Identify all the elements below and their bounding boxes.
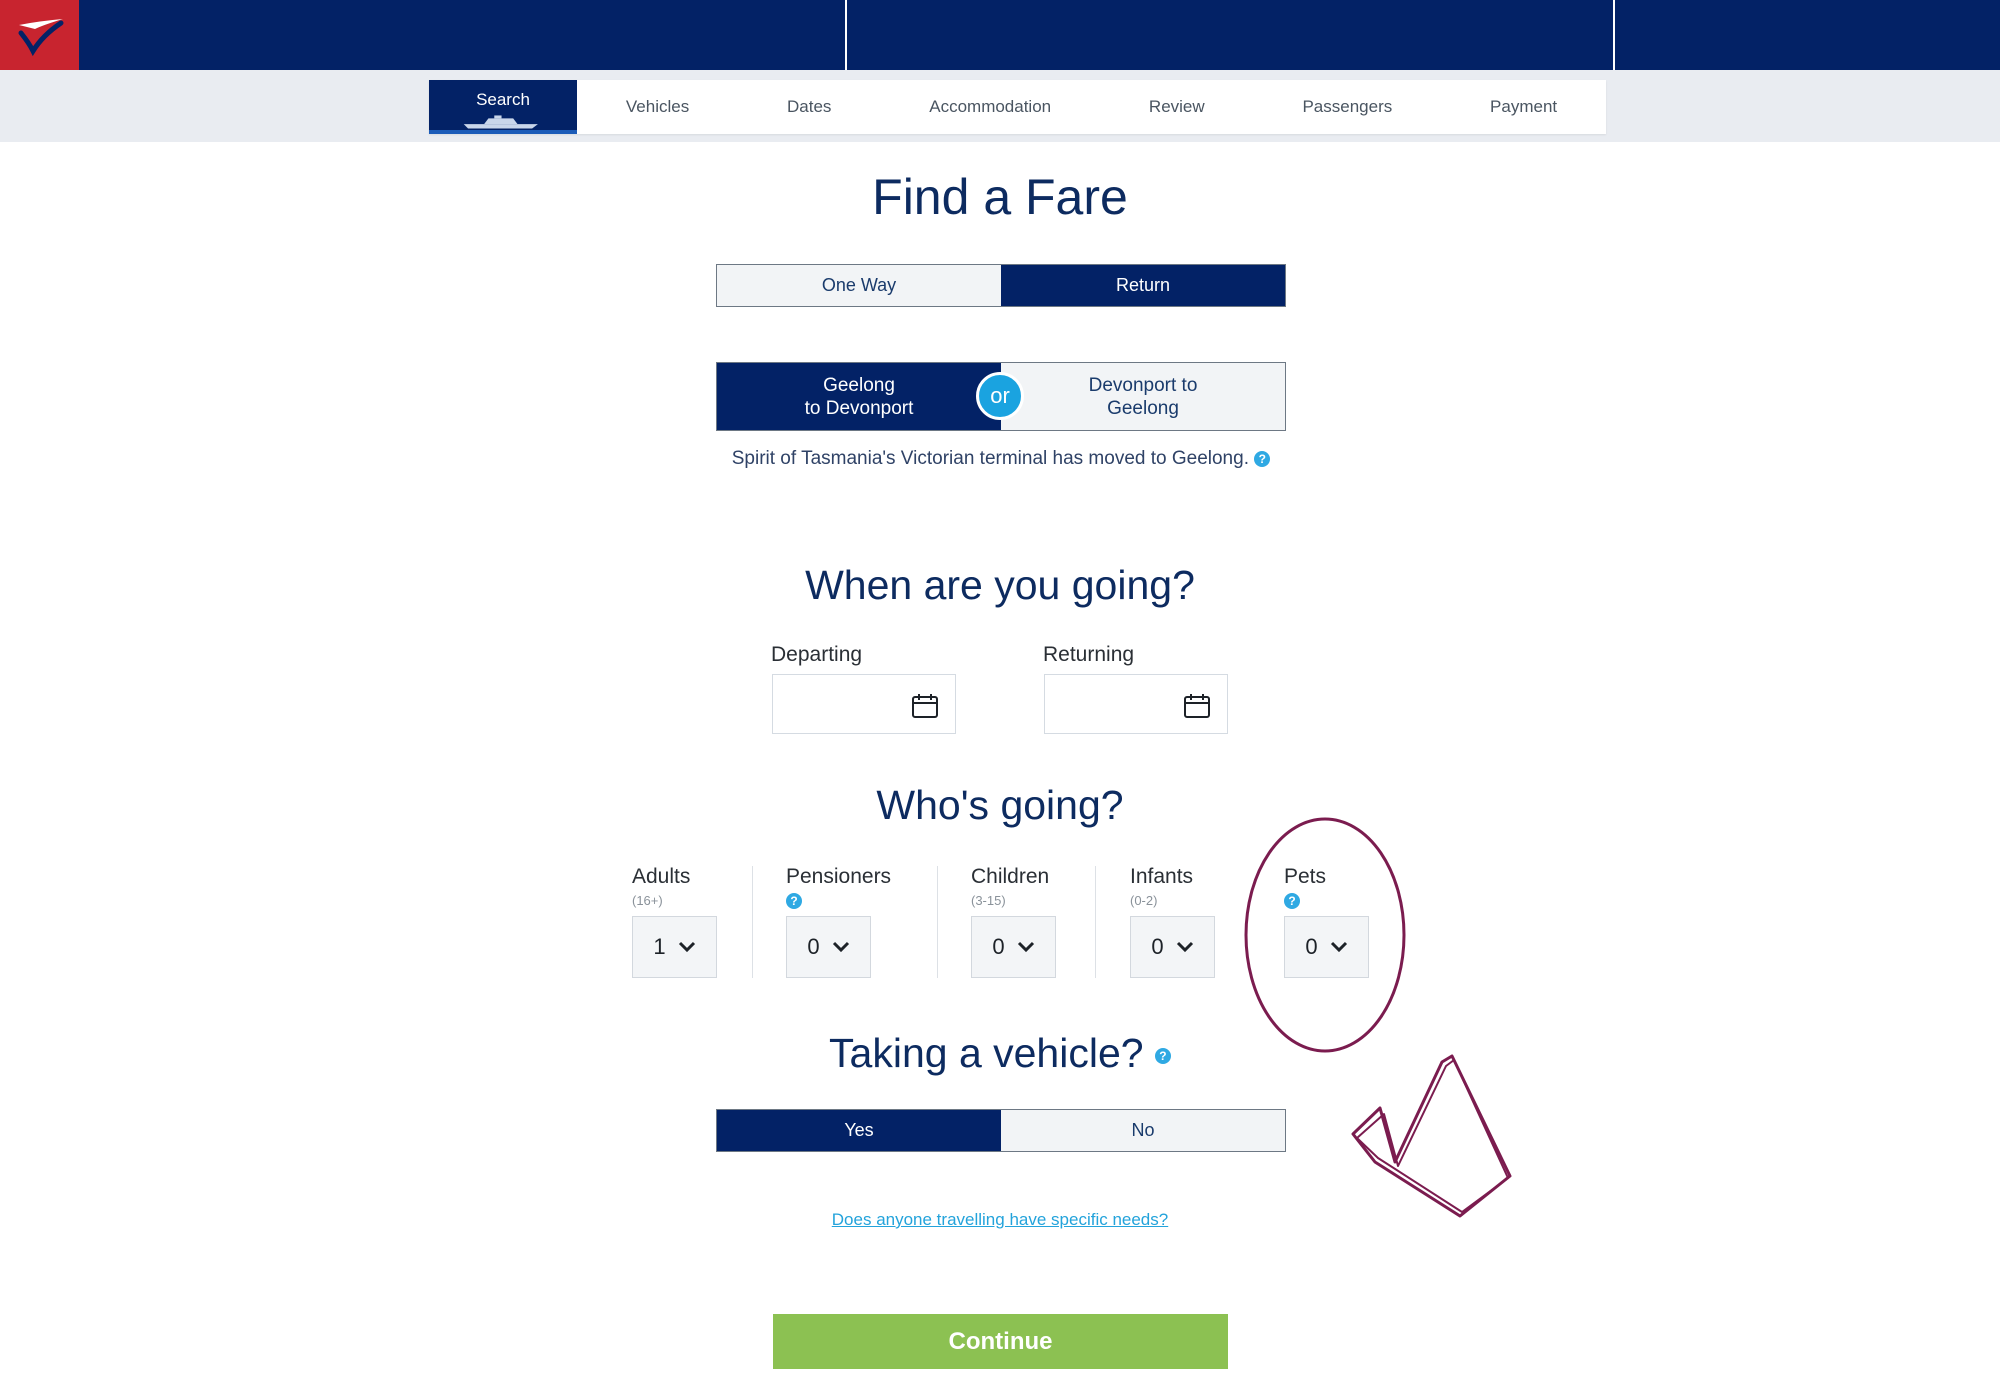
terminal-note: Spirit of Tasmania's Victorian terminal … (716, 446, 1286, 471)
infants-label: Infants (1130, 865, 1194, 888)
departing-date-input[interactable] (772, 674, 956, 734)
returning-label: Returning (1043, 643, 1135, 666)
calendar-icon[interactable] (1183, 693, 1211, 719)
children-age-range: (3-15) (971, 893, 1006, 908)
pets-select[interactable]: 0 (1284, 916, 1369, 978)
infants-value: 0 (1151, 934, 1164, 959)
help-icon[interactable]: ? (1284, 893, 1300, 909)
chevron-down-icon (1017, 941, 1034, 953)
step-dates[interactable]: Dates (738, 80, 880, 134)
help-icon[interactable]: ? (1254, 450, 1271, 467)
logo-icon[interactable] (0, 0, 79, 71)
route-option-line: Devonport to (1088, 374, 1198, 396)
infants-select[interactable]: 0 (1130, 916, 1215, 978)
pets-value: 0 (1305, 934, 1318, 959)
top-bar-divider (1613, 0, 1615, 70)
vehicle-toggle: Yes No (716, 1109, 1286, 1152)
pets-label: Pets (1284, 865, 1327, 888)
page-title: Find a Fare (872, 169, 1128, 225)
route-option-line: Geelong (823, 374, 895, 396)
adults-value: 1 (653, 934, 666, 959)
step-passengers[interactable]: Passengers (1254, 80, 1442, 134)
pensioners-label: Pensioners (786, 865, 892, 888)
pensioners-select[interactable]: 0 (786, 916, 871, 978)
chevron-down-icon (1330, 941, 1347, 953)
adults-age-range: (16+) (632, 893, 663, 908)
step-search[interactable]: Search (429, 80, 577, 134)
help-icon[interactable]: ? (786, 893, 802, 909)
continue-button[interactable]: Continue (773, 1314, 1228, 1369)
one-way-option[interactable]: One Way (717, 265, 1001, 306)
column-divider (1095, 866, 1096, 978)
children-select[interactable]: 0 (971, 916, 1056, 978)
column-divider (752, 866, 753, 978)
trip-type-toggle: One Way Return (716, 264, 1286, 307)
adults-label: Adults (632, 865, 691, 888)
route-option-line: Geelong (1107, 397, 1179, 419)
vehicle-yes-option[interactable]: Yes (717, 1110, 1001, 1151)
route-geelong-to-devonport[interactable]: Geelong to Devonport (717, 363, 1001, 430)
annotation-arrow-icon (1351, 1054, 1512, 1218)
vehicle-heading: Taking a vehicle? ? (0, 1030, 2000, 1077)
ship-icon (463, 115, 538, 129)
children-label: Children (971, 865, 1050, 888)
step-label: Search (476, 90, 530, 109)
progress-steps: Search Vehicles Dates Accommodation Revi… (429, 80, 1606, 134)
help-icon[interactable]: ? (1154, 1048, 1171, 1065)
who-heading: Who's going? (876, 782, 1124, 828)
chevron-down-icon (1176, 941, 1193, 953)
step-accommodation[interactable]: Accommodation (880, 80, 1100, 134)
return-option[interactable]: Return (1001, 265, 1285, 306)
route-option-line: to Devonport (804, 397, 914, 419)
when-heading: When are you going? (805, 562, 1195, 608)
vehicle-no-option[interactable]: No (1001, 1110, 1285, 1151)
specific-needs-link[interactable]: Does anyone travelling have specific nee… (0, 1210, 2000, 1230)
or-badge: or (976, 372, 1024, 420)
vehicle-heading-text: Taking a vehicle? (829, 1030, 1144, 1076)
route-devonport-to-geelong[interactable]: Devonport to Geelong (1001, 363, 1285, 430)
step-vehicles[interactable]: Vehicles (577, 80, 738, 134)
chevron-down-icon (678, 941, 695, 953)
annotation-arrow-icon (1356, 1059, 1509, 1213)
pensioners-value: 0 (807, 934, 820, 959)
adults-select[interactable]: 1 (632, 916, 717, 978)
departing-label: Departing (771, 643, 863, 666)
returning-date-input[interactable] (1044, 674, 1228, 734)
infants-age-range: (0-2) (1130, 893, 1158, 908)
step-payment[interactable]: Payment (1441, 80, 1606, 134)
column-divider (937, 866, 938, 978)
terminal-note-text: Spirit of Tasmania's Victorian terminal … (731, 448, 1249, 469)
children-value: 0 (992, 934, 1005, 959)
step-review[interactable]: Review (1100, 80, 1254, 134)
top-bar-divider (845, 0, 847, 70)
top-bar (0, 0, 2000, 70)
calendar-icon[interactable] (911, 693, 939, 719)
chevron-down-icon (832, 941, 849, 953)
